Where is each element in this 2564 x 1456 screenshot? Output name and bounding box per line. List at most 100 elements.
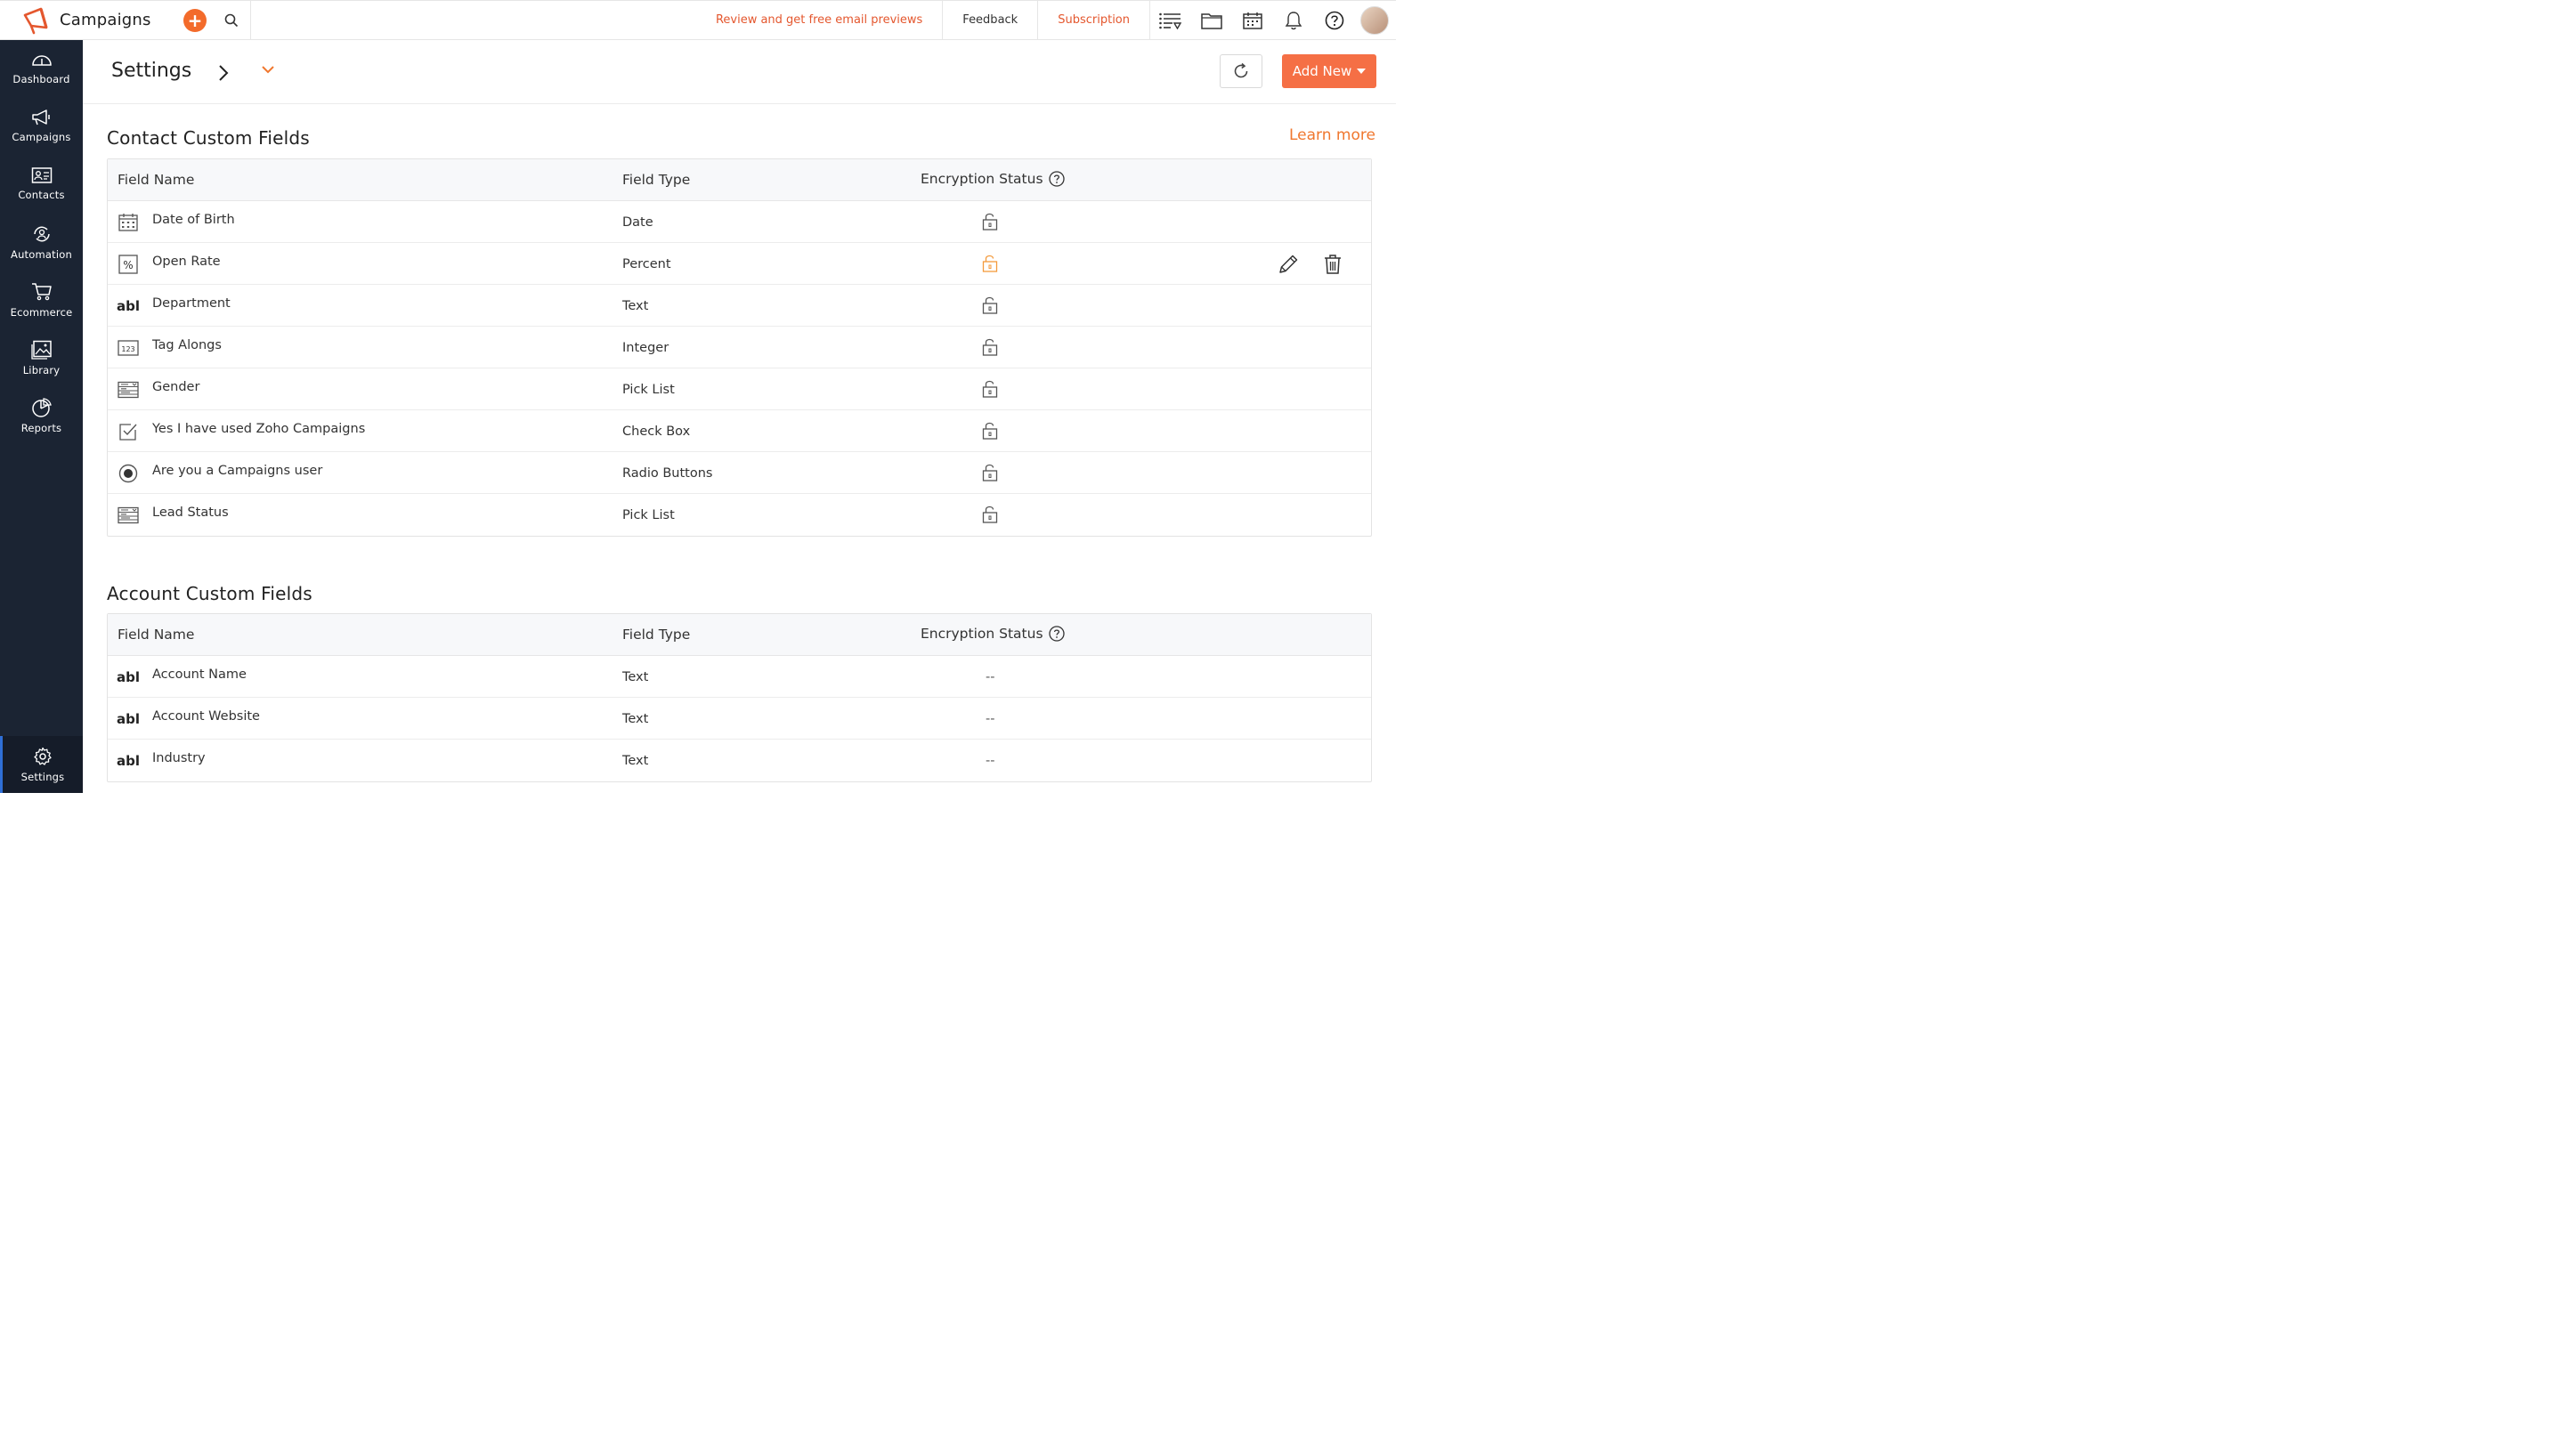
- picklist-field-icon: [118, 505, 139, 526]
- sidebar: Dashboard Campaigns Contacts Automation …: [0, 40, 83, 793]
- avatar[interactable]: [1360, 5, 1389, 35]
- encryption-status: --: [986, 754, 995, 768]
- unlocked-icon[interactable]: [982, 379, 998, 402]
- folder-button[interactable]: [1191, 1, 1232, 39]
- sidebar-item-label: Library: [22, 364, 61, 376]
- unlocked-icon[interactable]: [982, 421, 998, 444]
- table-row[interactable]: Lead Status Pick List: [108, 494, 1371, 536]
- table-row[interactable]: % Open Rate Percent: [108, 243, 1371, 285]
- account-fields-title: Account Custom Fields: [107, 583, 312, 604]
- table-row[interactable]: Date of Birth Date: [108, 201, 1371, 243]
- table-row[interactable]: 123 Tag Alongs Integer: [108, 327, 1371, 368]
- add-new-button[interactable]: Add New: [1282, 54, 1376, 88]
- sidebar-item-label: Settings: [20, 771, 65, 783]
- learn-more-link[interactable]: Learn more: [1289, 126, 1375, 144]
- sidebar-item-campaigns[interactable]: Campaigns: [0, 98, 83, 155]
- field-name: Account Website: [152, 709, 260, 724]
- bell-icon: [1285, 11, 1302, 29]
- field-type: Date: [622, 215, 653, 230]
- pie-chart-icon: [31, 398, 52, 417]
- table-row[interactable]: Yes I have used Zoho Campaigns Check Box: [108, 410, 1371, 452]
- radio-field-icon: [118, 463, 139, 484]
- quick-create-button[interactable]: +: [183, 8, 207, 32]
- chevron-right-icon[interactable]: [217, 64, 230, 82]
- gauge-icon: [31, 55, 52, 66]
- header-encryption-status: Encryption Status: [921, 626, 1065, 642]
- calendar-field-icon: [118, 212, 139, 233]
- field-name: Gender: [152, 380, 200, 394]
- table-row[interactable]: abl Account Website Text --: [108, 698, 1371, 740]
- feedback-link[interactable]: Feedback: [943, 1, 1039, 39]
- field-type: Text: [622, 670, 649, 684]
- help-icon[interactable]: [1048, 171, 1065, 187]
- unlocked-icon[interactable]: [982, 505, 998, 528]
- add-new-label: Add New: [1292, 63, 1352, 79]
- sidebar-item-label: Reports: [20, 422, 62, 434]
- sidebar-item-dashboard[interactable]: Dashboard: [0, 40, 83, 97]
- unlocked-icon[interactable]: [982, 212, 998, 235]
- unlocked-icon[interactable]: [982, 254, 998, 277]
- table-row[interactable]: Are you a Campaigns user Radio Buttons: [108, 452, 1371, 494]
- field-name: Lead Status: [152, 506, 229, 520]
- field-type: Check Box: [622, 425, 691, 439]
- unlocked-icon[interactable]: [982, 295, 998, 319]
- subscription-link[interactable]: Subscription: [1038, 1, 1150, 39]
- refresh-icon: [1234, 62, 1248, 78]
- help-button[interactable]: [1314, 1, 1355, 39]
- sidebar-item-automation[interactable]: Automation: [0, 214, 83, 271]
- chevron-down-icon[interactable]: [261, 65, 275, 74]
- search-button[interactable]: [212, 1, 251, 39]
- table-header: Field Name Field Type Encryption Status: [108, 614, 1371, 656]
- pencil-icon: [1279, 255, 1298, 273]
- top-bar: Campaigns + Review and get free email pr…: [0, 0, 1396, 40]
- delete-button[interactable]: [1324, 254, 1342, 279]
- help-icon[interactable]: [1048, 626, 1065, 642]
- search-icon: [224, 13, 238, 27]
- list-filter-button[interactable]: [1150, 1, 1191, 39]
- field-type: Integer: [622, 341, 669, 355]
- contact-fields-table: Field Name Field Type Encryption Status …: [107, 158, 1372, 537]
- table-row[interactable]: abl Account Name Text --: [108, 656, 1371, 698]
- automation-icon: [33, 226, 50, 242]
- help-icon: [1325, 11, 1344, 29]
- sidebar-item-settings[interactable]: Settings: [0, 736, 83, 793]
- megaphone-icon: [31, 109, 50, 125]
- header-field-name: Field Name: [118, 627, 195, 643]
- app-title: Campaigns: [60, 11, 151, 29]
- sidebar-item-reports[interactable]: Reports: [0, 387, 83, 444]
- field-type: Text: [622, 299, 649, 313]
- encryption-status: --: [986, 670, 995, 684]
- table-row[interactable]: abl Industry Text --: [108, 740, 1371, 781]
- refresh-button[interactable]: [1220, 54, 1262, 88]
- field-name: Yes I have used Zoho Campaigns: [152, 422, 366, 436]
- percent-field-icon: %: [118, 254, 139, 275]
- cart-icon: [31, 283, 52, 301]
- edit-button[interactable]: [1278, 254, 1299, 279]
- field-name: Date of Birth: [152, 213, 235, 227]
- sidebar-item-label: Automation: [11, 248, 72, 261]
- sidebar-item-ecommerce[interactable]: Ecommerce: [0, 271, 83, 328]
- unlocked-icon[interactable]: [982, 463, 998, 486]
- calendar-icon: [1243, 12, 1262, 29]
- header-field-type: Field Type: [622, 627, 691, 643]
- table-row[interactable]: Gender Pick List: [108, 368, 1371, 410]
- table-row[interactable]: abl Department Text: [108, 285, 1371, 327]
- integer-field-icon: 123: [118, 337, 139, 359]
- sidebar-item-contacts[interactable]: Contacts: [0, 156, 83, 213]
- brand[interactable]: Campaigns: [0, 1, 171, 39]
- promo-link[interactable]: Review and get free email previews: [696, 1, 944, 39]
- sidebar-item-library[interactable]: Library: [0, 329, 83, 386]
- field-name: Account Name: [152, 667, 247, 682]
- contact-card-icon: [31, 167, 52, 183]
- field-name: Open Rate: [152, 255, 221, 269]
- field-type: Pick List: [622, 508, 675, 522]
- sidebar-item-label: Contacts: [18, 189, 65, 201]
- text-field-icon: abl: [117, 669, 141, 685]
- notifications-button[interactable]: [1273, 1, 1314, 39]
- text-field-icon: abl: [117, 711, 141, 727]
- calendar-button[interactable]: [1232, 1, 1273, 39]
- gear-icon: [34, 747, 52, 765]
- header-field-type: Field Type: [622, 172, 691, 188]
- unlocked-icon[interactable]: [982, 337, 998, 360]
- sidebar-item-label: Ecommerce: [10, 306, 73, 319]
